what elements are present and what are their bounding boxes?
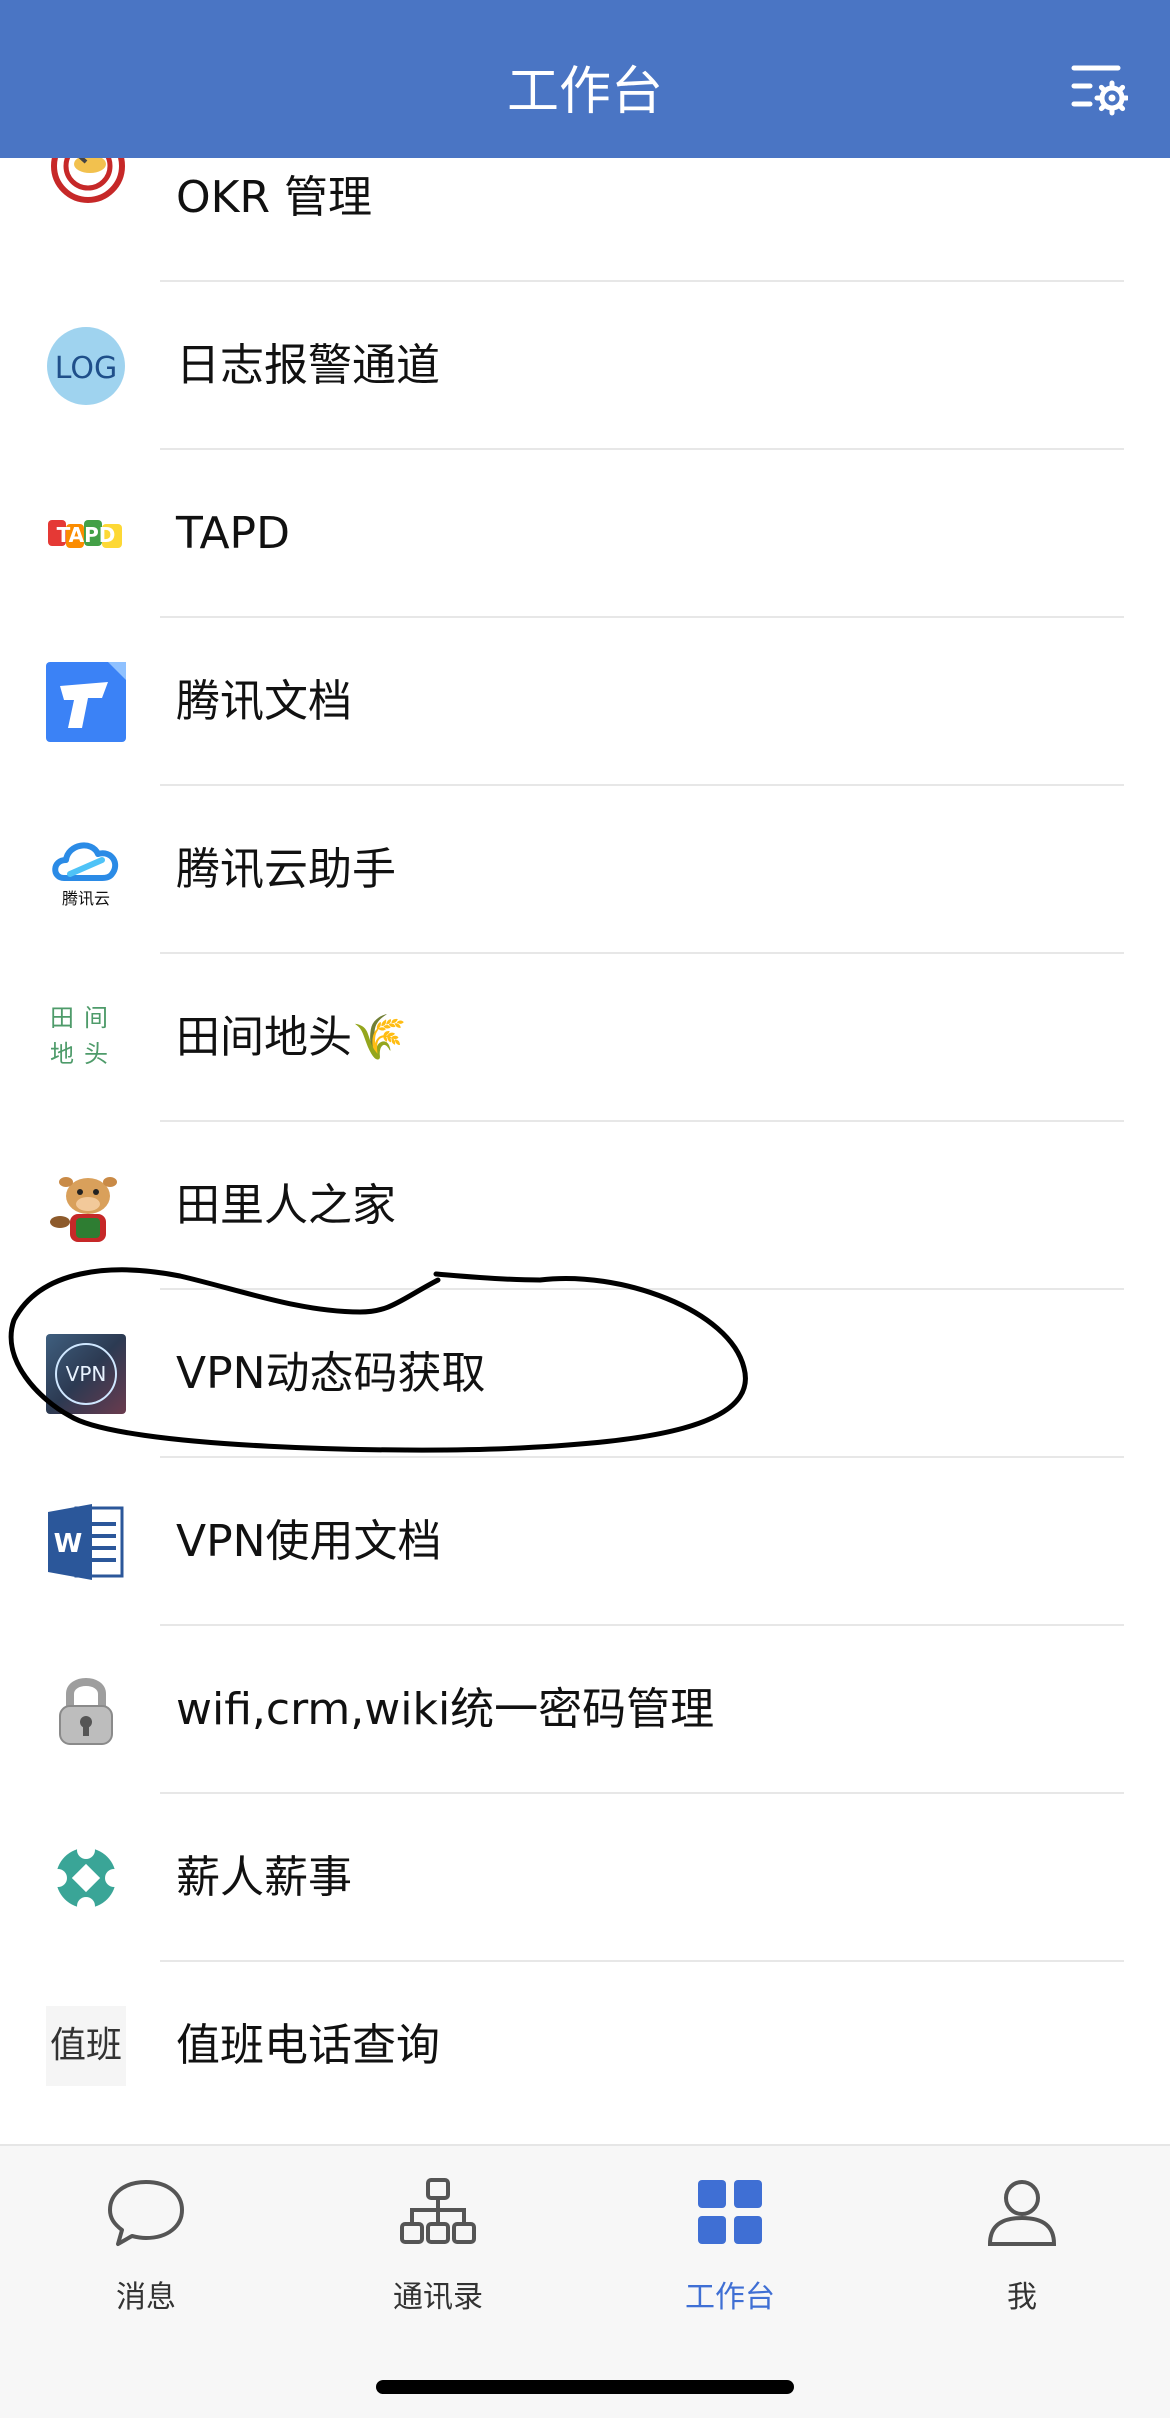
padlock-icon: [46, 1670, 126, 1750]
vpn-icon-text: VPN: [66, 1362, 107, 1386]
tab-label: 我: [1007, 2280, 1037, 2315]
tab-messages[interactable]: 消息: [0, 2146, 292, 2346]
app-label: VPN使用文档: [176, 1516, 442, 1567]
bottom-tab-bar: 消息 通讯录 工作台 我: [0, 2144, 1170, 2418]
app-label: 日志报警通道: [176, 340, 440, 391]
chat-bubble-icon: [106, 2172, 186, 2252]
app-label: 薪人薪事: [176, 1852, 352, 1903]
list-settings-icon[interactable]: [1068, 60, 1130, 120]
app-label: 腾讯云助手: [176, 844, 396, 895]
app-row-tencent-cloud[interactable]: 腾讯云 腾讯云助手: [0, 786, 1170, 954]
app-row-tapd[interactable]: TAPD TAPD: [0, 450, 1170, 618]
grid-icon: [690, 2172, 770, 2252]
org-chart-icon: [398, 2172, 478, 2252]
app-row-tianli-home[interactable]: 田里人之家: [0, 1122, 1170, 1290]
vpn-icon: VPN: [46, 1334, 126, 1414]
header-bar: 工作台: [0, 0, 1170, 158]
tencent-cloud-icon: 腾讯云: [46, 830, 126, 910]
app-label: TAPD: [176, 508, 290, 559]
tab-label: 工作台: [685, 2280, 775, 2315]
field-icon-text: 田间地头: [50, 1004, 118, 1068]
cartoon-cow-icon: [46, 1166, 126, 1246]
app-row-password-mgmt[interactable]: wifi,crm,wiki统一密码管理: [0, 1626, 1170, 1794]
word-doc-icon: W: [46, 1502, 126, 1582]
field-icon: 田间地头: [46, 998, 126, 1078]
app-list: OKR 管理 LOG 日志报警通道 TAPD TAPD 腾讯文档 腾讯云 腾讯云…: [0, 124, 1170, 2130]
app-label: OKR 管理: [176, 172, 373, 223]
tapd-logo-icon: TAPD: [46, 494, 126, 574]
app-row-tencent-docs[interactable]: 腾讯文档: [0, 618, 1170, 786]
app-label: 田里人之家: [176, 1180, 396, 1231]
duty-icon-text: 值班: [46, 2006, 126, 2086]
log-icon: LOG: [46, 326, 126, 406]
okr-target-icon: [46, 124, 126, 238]
app-label: 田间地头🌾: [176, 1012, 407, 1063]
app-label: 值班电话查询: [176, 2020, 440, 2071]
tab-label: 消息: [116, 2280, 176, 2315]
word-icon-text: W: [54, 1529, 83, 1559]
person-icon: [982, 2172, 1062, 2252]
tab-workbench[interactable]: 工作台: [584, 2146, 876, 2346]
tapd-icon-text: TAPD: [57, 523, 116, 547]
app-label: wifi,crm,wiki统一密码管理: [176, 1684, 715, 1735]
app-label: 腾讯文档: [176, 676, 352, 727]
duty-icon: 值班: [46, 2006, 126, 2086]
tab-contacts[interactable]: 通讯录: [292, 2146, 584, 2346]
app-label: VPN动态码获取: [176, 1348, 486, 1399]
app-row-field[interactable]: 田间地头 田间地头🌾: [0, 954, 1170, 1122]
home-indicator[interactable]: [376, 2380, 794, 2394]
app-row-duty-phone[interactable]: 值班 值班电话查询: [0, 1962, 1170, 2130]
tencent-docs-icon: [46, 662, 126, 742]
app-row-vpn-docs[interactable]: W VPN使用文档: [0, 1458, 1170, 1626]
app-row-vpn-code[interactable]: VPN VPN动态码获取: [0, 1290, 1170, 1458]
app-row-okr[interactable]: OKR 管理: [0, 124, 1170, 282]
app-row-log-alert[interactable]: LOG 日志报警通道: [0, 282, 1170, 450]
tab-label: 通讯录: [393, 2280, 483, 2315]
app-row-xinren[interactable]: 薪人薪事: [0, 1794, 1170, 1962]
log-icon-text: LOG: [55, 351, 118, 386]
xinren-logo-icon: [46, 1838, 126, 1918]
tencent-cloud-icon-text: 腾讯云: [62, 889, 110, 908]
tab-me[interactable]: 我: [876, 2146, 1168, 2346]
